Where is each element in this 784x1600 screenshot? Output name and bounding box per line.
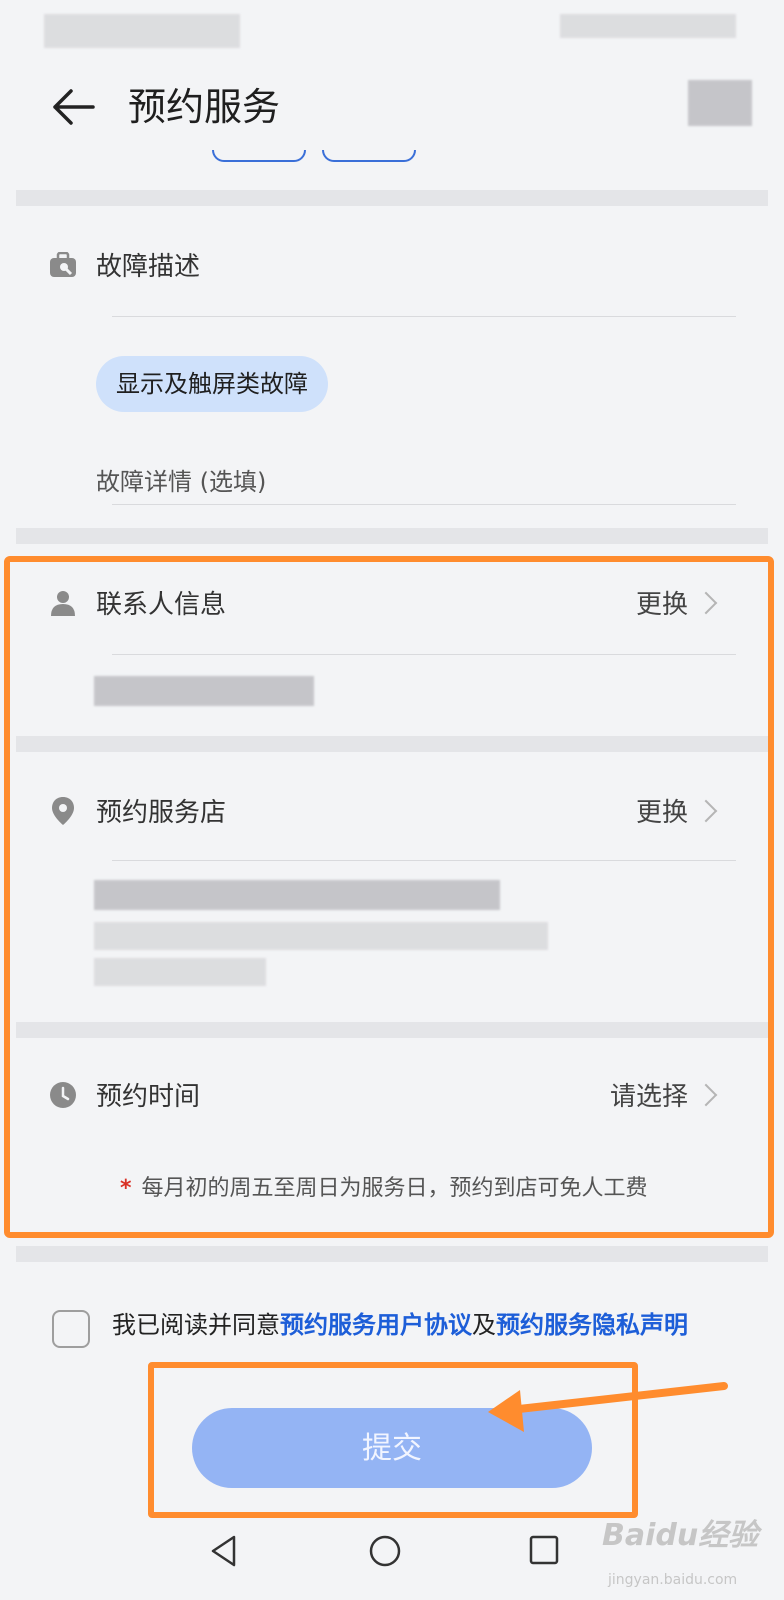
- agree-checkbox[interactable]: [52, 1310, 90, 1348]
- privacy-statement-link[interactable]: 预约服务隐私声明: [496, 1311, 688, 1339]
- avatar[interactable]: [688, 80, 752, 126]
- agreement-text: 我已阅读并同意预约服务用户协议及预约服务隐私声明: [112, 1306, 732, 1344]
- fault-detail-input[interactable]: 故障详情 (选填): [96, 462, 266, 497]
- nav-recents-icon[interactable]: [528, 1534, 560, 1566]
- fault-section-header: 故障描述: [48, 246, 200, 283]
- section-divider: [16, 190, 768, 206]
- toolbox-icon: [48, 250, 78, 280]
- agreement-prefix: 我已阅读并同意: [112, 1311, 280, 1339]
- separator: [112, 316, 736, 317]
- watermark: Baidu经验: [602, 1518, 759, 1553]
- nav-back-icon[interactable]: [208, 1534, 240, 1568]
- annotation-box-form: [4, 556, 774, 1238]
- agreement-middle: 及: [472, 1311, 496, 1339]
- scrolled-pill-left: [212, 150, 306, 162]
- fault-category-chip[interactable]: 显示及触屏类故障: [96, 356, 328, 412]
- annotation-arrow-icon: [488, 1382, 728, 1432]
- watermark-url: jingyan.baidu.com: [608, 1572, 738, 1588]
- back-button[interactable]: [46, 80, 100, 134]
- page-title: 预约服务: [128, 85, 281, 129]
- fault-label: 故障描述: [96, 252, 201, 282]
- section-divider: [16, 1246, 768, 1262]
- status-bar-right: [560, 14, 736, 38]
- user-agreement-link[interactable]: 预约服务用户协议: [280, 1311, 472, 1339]
- status-bar-left: [44, 14, 240, 48]
- arrow-left-icon: [53, 89, 95, 125]
- nav-home-icon[interactable]: [368, 1534, 402, 1568]
- section-divider: [16, 528, 768, 544]
- separator: [112, 504, 736, 505]
- scrolled-pill-right: [322, 150, 416, 162]
